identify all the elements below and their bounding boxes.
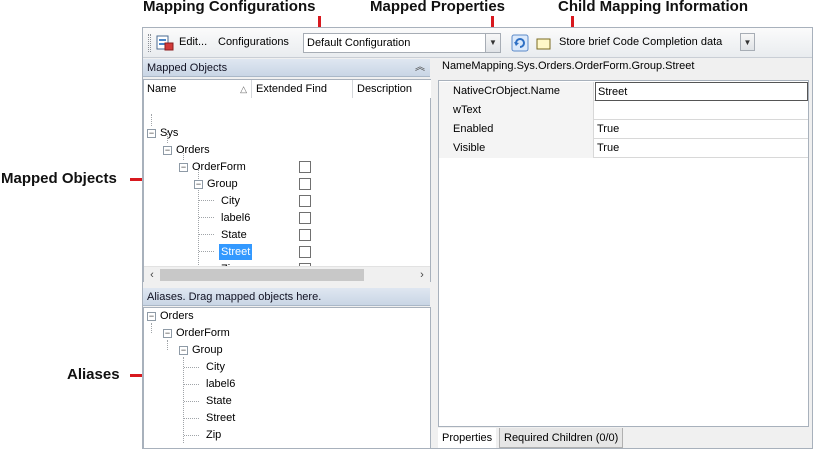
tree-line <box>199 251 214 252</box>
edit-button[interactable]: Edit... <box>179 36 207 48</box>
chevron-down-icon[interactable]: ▼ <box>485 34 500 52</box>
property-row[interactable]: Enabled True <box>439 120 808 139</box>
store-code-completion-select[interactable]: Store brief Code Completion data ▼ <box>556 33 755 53</box>
tree-line <box>184 384 199 385</box>
name-mapping-editor: Edit... Configurations Default Configura… <box>142 27 813 449</box>
tree-line <box>183 357 184 443</box>
refresh-icon[interactable] <box>511 34 529 52</box>
configurations-label: Configurations <box>218 36 289 48</box>
toolbar: Edit... Configurations Default Configura… <box>143 28 812 58</box>
tree-line <box>184 435 199 436</box>
tree-line <box>199 234 214 235</box>
tree-node-label6[interactable]: label6 <box>221 210 250 226</box>
alias-node-label6[interactable]: label6 <box>206 376 235 392</box>
callout-child-mapping-information: Child Mapping Information <box>558 0 748 15</box>
tab-bar: Properties Required Children (0/0) <box>438 428 809 449</box>
callout-mapped-objects: Mapped Objects <box>1 170 117 187</box>
tree-line <box>184 401 199 402</box>
tree-line <box>199 200 214 201</box>
alias-node-state[interactable]: State <box>206 393 232 409</box>
alias-node-zip[interactable]: Zip <box>206 427 221 443</box>
mapped-objects-header: Mapped Objects ︽ <box>143 59 430 77</box>
callout-aliases: Aliases <box>67 366 120 383</box>
column-description-label: Description <box>357 83 413 95</box>
tab-properties[interactable]: Properties <box>438 428 497 448</box>
selected-object-path: NameMapping.Sys.Orders.OrderForm.Group.S… <box>442 60 695 72</box>
tree-line <box>184 418 199 419</box>
mapped-objects-tree: Name △ Extended Find Description − Sys −… <box>143 79 431 282</box>
collapse-node-icon[interactable]: − <box>179 346 188 355</box>
tree-line <box>151 323 152 333</box>
collapse-node-icon[interactable]: − <box>147 129 156 138</box>
tree-node-orders[interactable]: Orders <box>176 142 210 158</box>
tree-node-state[interactable]: State <box>221 227 247 243</box>
column-description[interactable]: Description <box>354 80 431 98</box>
toolbar-grip[interactable] <box>148 34 151 52</box>
property-row[interactable]: wText <box>439 101 808 120</box>
property-value[interactable]: True <box>595 120 619 139</box>
sort-ascending-icon: △ <box>240 84 247 94</box>
scroll-left-icon[interactable]: ‹ <box>144 267 160 283</box>
aliases-tree: − Orders − OrderForm − Group City label6… <box>143 307 431 449</box>
collapse-node-icon[interactable]: − <box>163 146 172 155</box>
column-extended-find[interactable]: Extended Find <box>253 80 353 98</box>
property-name: wText <box>439 101 594 120</box>
configuration-select[interactable]: Default Configuration ▼ <box>303 33 501 53</box>
callout-mapping-configurations: Mapping Configurations <box>143 0 316 15</box>
property-name: Enabled <box>439 120 594 139</box>
column-name[interactable]: Name △ <box>144 80 252 98</box>
collapse-node-icon[interactable]: − <box>147 312 156 321</box>
extended-find-checkbox[interactable] <box>299 212 311 224</box>
tree-node-city[interactable]: City <box>221 193 240 209</box>
aliases-title: Aliases. Drag mapped objects here. <box>147 291 322 303</box>
tree-node-street[interactable]: Street <box>219 244 253 260</box>
configuration-select-value: Default Configuration <box>307 37 411 49</box>
extended-find-checkbox[interactable] <box>299 178 311 190</box>
collapse-node-icon[interactable]: − <box>163 329 172 338</box>
property-value[interactable]: True <box>595 139 619 158</box>
extended-find-checkbox[interactable] <box>299 161 311 173</box>
horizontal-scrollbar[interactable]: ‹ › <box>144 266 430 282</box>
property-name: NativeCrObject.Name <box>439 82 594 101</box>
callout-mapped-properties: Mapped Properties <box>370 0 506 15</box>
edit-mapping-icon[interactable] <box>156 34 174 52</box>
extended-find-checkbox[interactable] <box>299 195 311 207</box>
store-code-completion-value: Store brief Code Completion data <box>559 36 723 48</box>
code-completion-icon <box>536 38 551 50</box>
scroll-right-icon[interactable]: › <box>414 267 430 283</box>
mapped-properties-grid: NativeCrObject.Name Street wText Enabled… <box>438 80 809 427</box>
extended-find-checkbox[interactable] <box>299 246 311 258</box>
column-name-label: Name <box>147 83 177 95</box>
property-value[interactable] <box>595 101 597 120</box>
extended-find-checkbox[interactable] <box>299 229 311 241</box>
tab-required-children[interactable]: Required Children (0/0) <box>499 428 624 448</box>
alias-node-orders[interactable]: Orders <box>160 308 194 324</box>
collapse-icon[interactable]: ︽ <box>415 59 425 77</box>
alias-node-street[interactable]: Street <box>206 410 235 426</box>
collapse-node-icon[interactable]: − <box>194 180 203 189</box>
property-row[interactable]: NativeCrObject.Name Street <box>439 82 808 101</box>
alias-node-orderform[interactable]: OrderForm <box>176 325 230 341</box>
collapse-node-icon[interactable]: − <box>179 163 188 172</box>
tree-node-orderform[interactable]: OrderForm <box>192 159 246 175</box>
property-name: Visible <box>439 139 594 158</box>
property-value-input[interactable]: Street <box>595 82 808 101</box>
tree-line <box>151 114 152 126</box>
tree-node-sys[interactable]: Sys <box>160 125 178 141</box>
alias-node-city[interactable]: City <box>206 359 225 375</box>
aliases-header: Aliases. Drag mapped objects here. <box>143 288 430 306</box>
alias-node-group[interactable]: Group <box>192 342 223 358</box>
tree-node-group[interactable]: Group <box>207 176 238 192</box>
column-extended-find-label: Extended Find <box>256 83 327 95</box>
tree-line <box>167 340 168 350</box>
tree-line <box>184 367 199 368</box>
mapped-objects-title: Mapped Objects <box>147 62 228 74</box>
scrollbar-thumb[interactable] <box>160 269 364 281</box>
chevron-down-icon[interactable]: ▼ <box>740 33 755 51</box>
tree-line <box>199 217 214 218</box>
property-row[interactable]: Visible True <box>439 139 808 158</box>
